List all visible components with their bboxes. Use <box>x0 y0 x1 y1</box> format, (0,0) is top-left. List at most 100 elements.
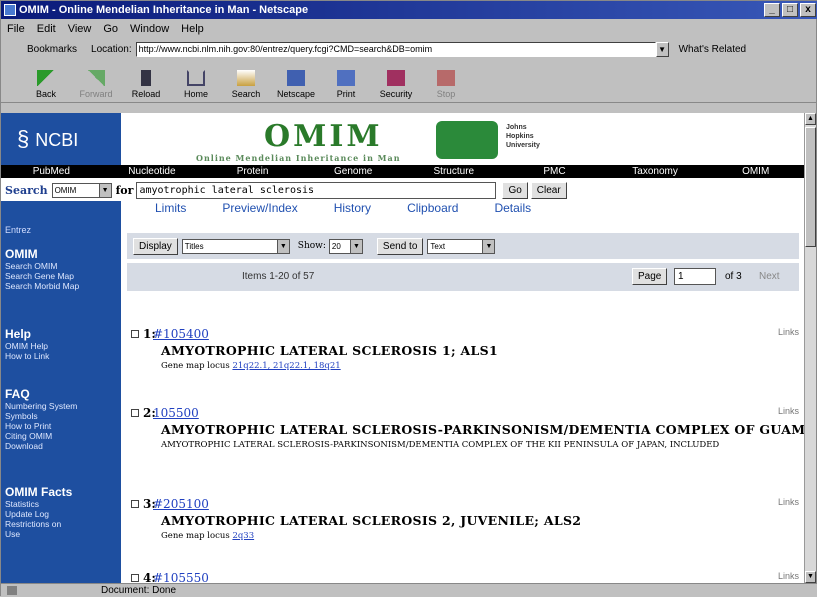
result-id-link[interactable]: #105550 <box>153 571 209 583</box>
nav-structure[interactable]: Structure <box>404 165 505 178</box>
nav-nucleotide[interactable]: Nucleotide <box>102 165 203 178</box>
sidebar-item-numbering-system[interactable]: Numbering System <box>5 401 77 411</box>
reload-button[interactable]: Reload <box>121 62 171 102</box>
sidebar-item-search-gene-map[interactable]: Search Gene Map <box>5 271 79 281</box>
browser-window: OMIM - Online Mendelian Inheritance in M… <box>0 0 817 597</box>
nav-taxonomy[interactable]: Taxonomy <box>605 165 706 178</box>
back-button[interactable]: Back <box>21 62 71 102</box>
go-button[interactable]: Go <box>502 181 528 199</box>
sidebar-item-update-log[interactable]: Update Log <box>5 509 72 519</box>
search-input[interactable]: amyotrophic lateral sclerosis <box>136 181 497 199</box>
home-button[interactable]: Home <box>171 62 221 102</box>
scroll-down-icon[interactable]: ▼ <box>805 571 816 583</box>
sidebar-section-omim-facts: OMIM Facts Statistics Update Log Restric… <box>5 485 72 539</box>
maximize-button[interactable]: □ <box>782 3 798 17</box>
result-checkbox[interactable] <box>131 409 139 417</box>
next-link[interactable]: Next <box>759 271 780 282</box>
result-id-link[interactable]: 105500 <box>153 406 199 420</box>
close-button[interactable]: x <box>800 3 816 17</box>
result-links[interactable]: Links <box>778 497 799 507</box>
nav-protein[interactable]: Protein <box>202 165 303 178</box>
result-gene-map: Gene map locus 21q22.1, 21q22.1, 18q21 <box>161 360 781 373</box>
menu-window[interactable]: Window <box>130 21 169 37</box>
sidebar-item-restrictions[interactable]: Restrictions on <box>5 519 72 529</box>
netscape-icon <box>4 4 16 16</box>
stop-icon <box>437 70 455 86</box>
menu-help[interactable]: Help <box>181 21 204 37</box>
nav-genome[interactable]: Genome <box>303 165 404 178</box>
url-dropdown[interactable]: ▼ <box>655 41 669 57</box>
result-checkbox[interactable] <box>131 574 139 582</box>
show-select[interactable]: 20 ▼ <box>328 238 363 254</box>
stop-button[interactable]: Stop <box>421 62 471 102</box>
bookmarks-button[interactable]: Bookmarks <box>27 44 77 55</box>
nav-omim[interactable]: OMIM <box>705 165 806 178</box>
result-links[interactable]: Links <box>778 571 799 581</box>
display-bar: Display Titles ▼ Show: 20 ▼ Send to Text ▼ <box>127 233 799 259</box>
tab-limits[interactable]: Limits <box>155 201 186 217</box>
result-item: 3: #205100 Links AMYOTROPHIC LATERAL SCL… <box>131 497 803 557</box>
tab-clipboard[interactable]: Clipboard <box>407 201 458 217</box>
result-title: AMYOTROPHIC LATERAL SCLEROSIS 2, JUVENIL… <box>161 513 582 528</box>
menu-go[interactable]: Go <box>103 21 118 37</box>
menu-edit[interactable]: Edit <box>37 21 56 37</box>
send-to-button[interactable]: Send to <box>376 237 424 255</box>
result-checkbox[interactable] <box>131 500 139 508</box>
gene-map-link[interactable]: 2q33 <box>232 531 254 541</box>
result-id-link[interactable]: #105400 <box>153 327 209 341</box>
whats-related-button[interactable]: What's Related <box>679 44 747 55</box>
tab-preview-index[interactable]: Preview/Index <box>222 201 297 217</box>
result-links[interactable]: Links <box>778 406 799 416</box>
ncbi-logo[interactable]: § NCBI <box>1 113 121 165</box>
sidebar-item-search-omim[interactable]: Search OMIM <box>5 261 79 271</box>
search-button[interactable]: Search <box>221 62 271 102</box>
page-input[interactable]: 1 <box>674 268 716 285</box>
result-id-link[interactable]: #205100 <box>153 497 209 511</box>
gene-map-link[interactable]: 21q22.1, 21q22.1, 18q21 <box>232 361 340 371</box>
sidebar-item-statistics[interactable]: Statistics <box>5 499 72 509</box>
lock-icon <box>387 70 405 86</box>
sidebar-item-symbols[interactable]: Symbols <box>5 411 77 421</box>
sidebar-heading-omim-facts[interactable]: OMIM Facts <box>5 485 72 499</box>
database-select[interactable]: OMIM ▼ <box>51 182 112 198</box>
sidebar-item-use[interactable]: Use <box>5 529 72 539</box>
security-button[interactable]: Security <box>371 62 421 102</box>
tab-details[interactable]: Details <box>494 201 531 217</box>
sidebar-heading-faq[interactable]: FAQ <box>5 387 77 401</box>
page-button[interactable]: Page <box>632 268 668 285</box>
menu-file[interactable]: File <box>7 21 25 37</box>
entrez-link[interactable]: Entrez <box>5 225 31 235</box>
sidebar-item-citing-omim[interactable]: Citing OMIM <box>5 431 77 441</box>
result-checkbox[interactable] <box>131 330 139 338</box>
sidebar-item-download[interactable]: Download <box>5 441 77 451</box>
forward-button[interactable]: Forward <box>71 62 121 102</box>
scroll-up-icon[interactable]: ▲ <box>805 113 816 125</box>
format-select[interactable]: Titles ▼ <box>181 238 290 254</box>
print-button[interactable]: Print <box>321 62 371 102</box>
sidebar-heading-omim[interactable]: OMIM <box>5 247 79 261</box>
for-label: for <box>115 183 134 197</box>
nav-pmc[interactable]: PMC <box>504 165 605 178</box>
home-icon <box>187 70 205 86</box>
url-field[interactable]: http://www.ncbi.nlm.nih.gov:80/entrez/qu… <box>135 41 656 57</box>
send-to-select[interactable]: Text ▼ <box>427 238 496 254</box>
menu-view[interactable]: View <box>68 21 92 37</box>
sidebar-item-search-morbid-map[interactable]: Search Morbid Map <box>5 281 79 291</box>
send-to-value: Text <box>430 241 446 251</box>
scroll-thumb[interactable] <box>805 127 816 247</box>
tab-history[interactable]: History <box>334 201 371 217</box>
ncbi-label: NCBI <box>35 130 79 150</box>
sidebar-item-how-to-link[interactable]: How to Link <box>5 351 49 361</box>
minimize-button[interactable]: _ <box>764 3 780 17</box>
netscape-button[interactable]: Netscape <box>271 62 321 102</box>
nav-pubmed[interactable]: PubMed <box>1 165 102 178</box>
sidebar-item-omim-help[interactable]: OMIM Help <box>5 341 49 351</box>
location-label: Location: <box>91 43 132 55</box>
sidebar-item-how-to-print[interactable]: How to Print <box>5 421 77 431</box>
result-links[interactable]: Links <box>778 327 799 337</box>
sidebar-heading-help[interactable]: Help <box>5 327 49 341</box>
display-button[interactable]: Display <box>133 237 178 255</box>
clear-button[interactable]: Clear <box>530 181 567 199</box>
vertical-scrollbar[interactable]: ▲ ▼ <box>804 113 816 583</box>
security-lock-icon[interactable] <box>7 586 17 595</box>
